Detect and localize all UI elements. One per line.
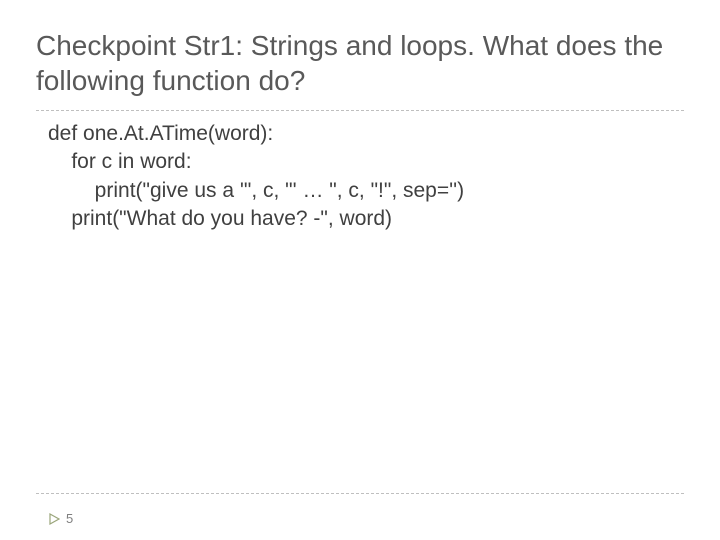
title-divider	[36, 110, 684, 111]
footer-divider	[36, 493, 684, 494]
footer: 5	[48, 511, 73, 526]
play-icon	[48, 513, 60, 525]
page-number: 5	[66, 511, 73, 526]
slide-title: Checkpoint Str1: Strings and loops. What…	[36, 28, 684, 98]
code-block: def one.At.ATime(word): for c in word: p…	[48, 120, 684, 233]
